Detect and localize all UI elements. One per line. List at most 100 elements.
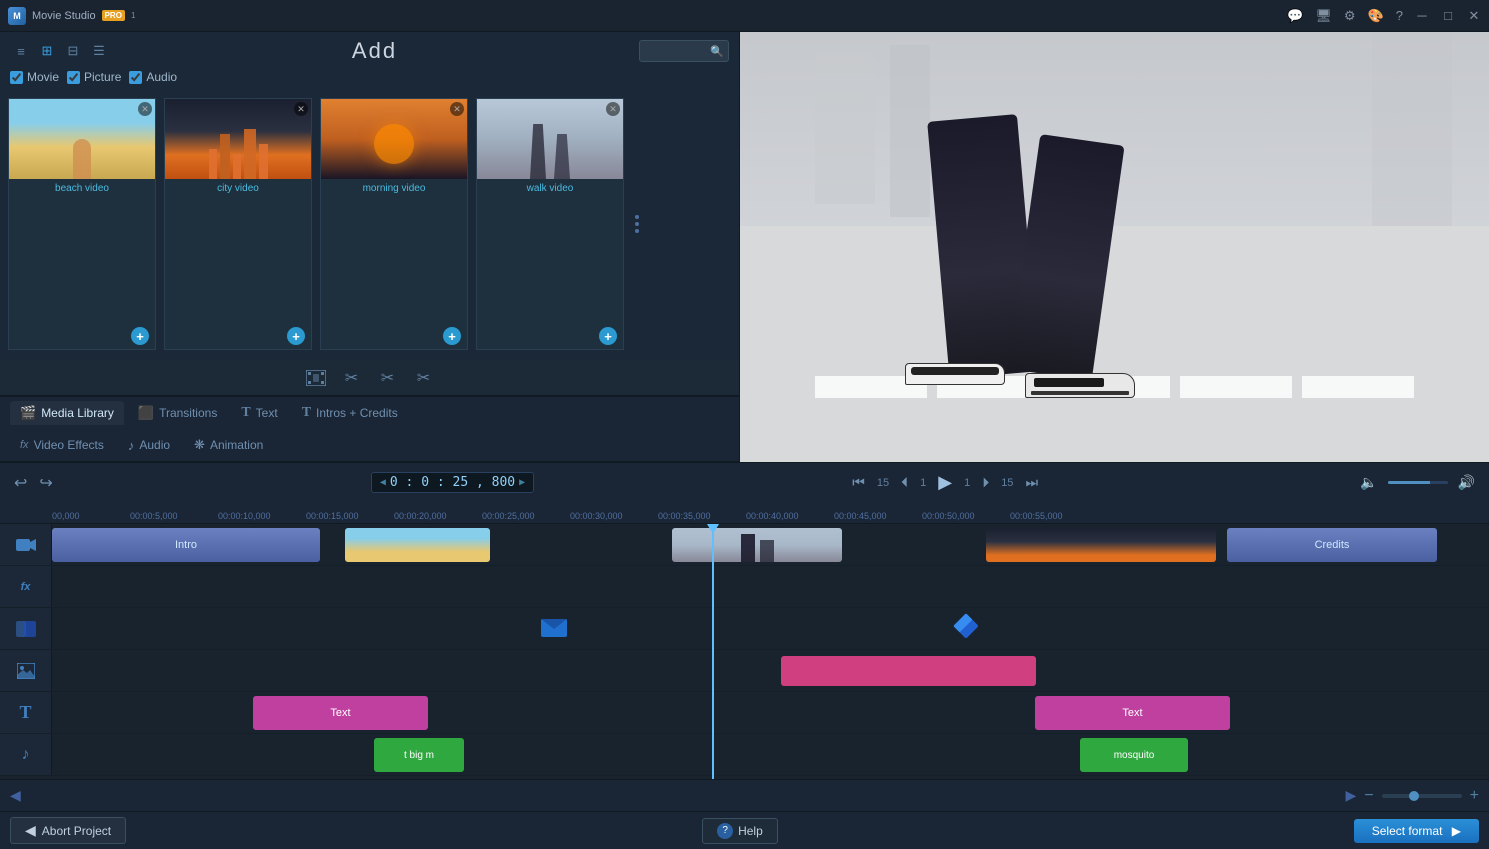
step-back-label: 15 xyxy=(877,477,889,489)
maximize-button[interactable]: □ xyxy=(1441,9,1455,23)
frame-fwd-button[interactable]: ⏵ xyxy=(978,474,993,491)
ruler-mark-7: 00:00:35,000 xyxy=(658,511,711,521)
tab-video-effects[interactable]: fx Video Effects xyxy=(10,434,114,456)
tab-text[interactable]: T Text xyxy=(231,401,287,425)
select-format-button[interactable]: Select format ▶ xyxy=(1354,819,1479,843)
zoom-slider[interactable] xyxy=(1382,794,1462,798)
trim-button[interactable]: ✂ xyxy=(375,365,401,391)
transition-diamond-marker[interactable] xyxy=(952,612,980,640)
movie-checkbox[interactable] xyxy=(10,71,23,84)
search-box[interactable]: 🔍 xyxy=(639,40,729,62)
preview-area xyxy=(740,32,1489,462)
detail-view-button[interactable]: ☰ xyxy=(88,40,110,62)
intros-credits-icon: T xyxy=(302,405,311,421)
add-beach-button[interactable]: + xyxy=(131,327,149,345)
close-walk-button[interactable]: ✕ xyxy=(606,102,620,116)
left-panel: ≡ ⊞ ⊟ ☰ Add 🔍 Movie xyxy=(0,32,740,462)
seg-pink-image[interactable] xyxy=(781,656,1036,686)
grid-view-button[interactable]: ⊞ xyxy=(36,40,58,62)
seg-beach[interactable] xyxy=(345,528,490,562)
grid-large-view-button[interactable]: ⊟ xyxy=(62,40,84,62)
chat-icon[interactable]: 💬 xyxy=(1287,8,1303,24)
morning-label: morning video xyxy=(321,179,467,198)
undo-button[interactable]: ↩ xyxy=(10,473,31,493)
media-item-walk[interactable]: ✕ walk video + xyxy=(476,98,624,350)
version-sup: 1 xyxy=(131,11,135,20)
palette-icon[interactable]: 🎨 xyxy=(1368,8,1384,24)
audio-track-row: ♪ t big m mosquito xyxy=(0,734,1489,776)
ruler-mark-10: 00:00:50,000 xyxy=(922,511,975,521)
fast-fwd-button[interactable]: ⏭ xyxy=(1021,474,1042,491)
zoom-plus-button[interactable]: + xyxy=(1470,787,1479,805)
transition-envelope-marker[interactable] xyxy=(540,612,568,640)
image-track-label[interactable] xyxy=(0,650,52,691)
audio-track-label[interactable]: ♪ xyxy=(0,734,52,775)
add-morning-button[interactable]: + xyxy=(443,327,461,345)
seg-text-2[interactable]: Text xyxy=(1035,696,1230,730)
frame-back-button[interactable]: ⏴ xyxy=(897,474,912,491)
seg-audio-2[interactable]: mosquito xyxy=(1080,738,1188,772)
tab-media-library[interactable]: 🎬 Media Library xyxy=(10,401,124,425)
help-button[interactable]: ? Help xyxy=(702,818,778,844)
timecode-left-arrow[interactable]: ◀ xyxy=(380,477,386,488)
help-icon[interactable]: ? xyxy=(1396,8,1403,23)
close-beach-button[interactable]: ✕ xyxy=(138,102,152,116)
timecode-right-arrow[interactable]: ▶ xyxy=(519,477,525,488)
tab-animation[interactable]: ❋ Animation xyxy=(184,433,273,457)
media-grid: ✕ beach video + ✕ xyxy=(0,88,739,360)
bottom-buttons: ◀ Abort Project ? Help Select format ▶ xyxy=(0,811,1489,849)
media-library-panel: ≡ ⊞ ⊟ ☰ Add 🔍 Movie xyxy=(0,32,739,88)
gear-icon[interactable]: ⚙ xyxy=(1344,8,1356,24)
split-button[interactable]: ✂ xyxy=(411,365,437,391)
video-track-label[interactable] xyxy=(0,524,52,565)
play-button[interactable]: ▶ xyxy=(934,472,956,493)
scroll-left-button[interactable]: ◀ xyxy=(10,787,21,804)
seg-intro[interactable]: Intro xyxy=(52,528,320,562)
text-track-label[interactable]: T xyxy=(0,692,52,733)
audio-checkbox[interactable] xyxy=(129,71,142,84)
monitor-icon[interactable]: 🖥 xyxy=(1315,8,1332,24)
add-walk-button[interactable]: + xyxy=(599,327,617,345)
fx-track-label[interactable]: fx xyxy=(0,566,52,607)
picture-filter[interactable]: Picture xyxy=(67,70,121,84)
fx-track-content xyxy=(52,566,1489,607)
overlay-track-label[interactable] xyxy=(0,608,52,649)
close-city-button[interactable]: ✕ xyxy=(294,102,308,116)
cut-button[interactable]: ✂ xyxy=(339,365,365,391)
tab-transitions[interactable]: ⬛ Transitions xyxy=(128,401,227,425)
zoom-handle[interactable] xyxy=(1409,791,1419,801)
abort-project-button[interactable]: ◀ Abort Project xyxy=(10,817,126,844)
tab-audio[interactable]: ♪ Audio xyxy=(118,434,180,457)
seg-city[interactable] xyxy=(986,528,1216,562)
help-icon: ? xyxy=(717,823,733,839)
close-button[interactable]: ✕ xyxy=(1467,9,1481,23)
pro-badge: PRO xyxy=(102,10,125,21)
media-item-morning[interactable]: ✕ morning video + xyxy=(320,98,468,350)
step-fwd-label: 15 xyxy=(1001,477,1013,489)
seg-credits[interactable]: Credits xyxy=(1227,528,1437,562)
search-icon: 🔍 xyxy=(710,45,724,58)
redo-button[interactable]: ↪ xyxy=(35,473,56,493)
mute-button[interactable]: 🔈 xyxy=(1356,474,1381,491)
close-morning-button[interactable]: ✕ xyxy=(450,102,464,116)
video-track-content: Intro xyxy=(52,524,1489,565)
zoom-minus-button[interactable]: − xyxy=(1364,787,1373,805)
add-city-button[interactable]: + xyxy=(287,327,305,345)
media-item-city[interactable]: ✕ city video + xyxy=(164,98,312,350)
seg-walk[interactable] xyxy=(672,528,842,562)
minimize-button[interactable]: ─ xyxy=(1415,9,1429,23)
seg-text-1[interactable]: Text xyxy=(253,696,428,730)
media-item-beach[interactable]: ✕ beach video + xyxy=(8,98,156,350)
tab-intros-credits[interactable]: T Intros + Credits xyxy=(292,401,408,425)
scroll-right-button[interactable]: ▶ xyxy=(1346,787,1357,804)
filmstrip-button[interactable] xyxy=(303,365,329,391)
picture-checkbox[interactable] xyxy=(67,71,80,84)
fast-back-button[interactable]: ⏮ xyxy=(848,474,869,491)
list-view-button[interactable]: ≡ xyxy=(10,40,32,62)
ruler-mark-0: 00,000 xyxy=(52,511,80,521)
seg-audio-1[interactable]: t big m xyxy=(374,738,464,772)
movie-filter[interactable]: Movie xyxy=(10,70,59,84)
volume-slider[interactable] xyxy=(1388,481,1448,484)
search-input[interactable] xyxy=(646,45,706,57)
audio-filter[interactable]: Audio xyxy=(129,70,177,84)
